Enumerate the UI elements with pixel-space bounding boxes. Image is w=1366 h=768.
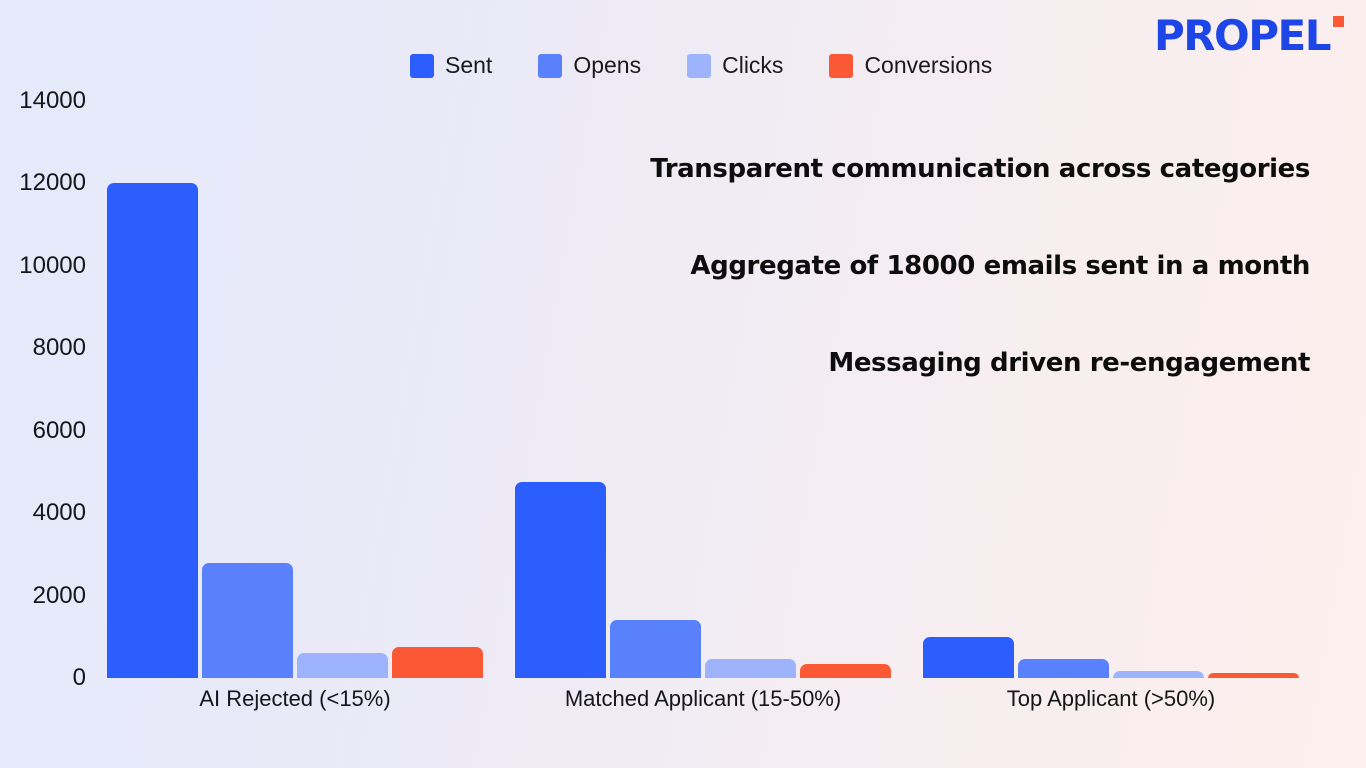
bar-sent-group-2[interactable] <box>515 482 606 678</box>
bar-conversions-group-1[interactable] <box>392 647 483 678</box>
bar-opens-group-2[interactable] <box>610 620 701 678</box>
bar-sent-group-1[interactable] <box>107 183 198 678</box>
bar-clicks-group-2[interactable] <box>705 659 796 678</box>
bar-conversions-group-3[interactable] <box>1208 672 1299 678</box>
bar-conversions-group-2[interactable] <box>800 663 891 678</box>
x-axis-category-label: AI Rejected (<15%) <box>199 686 391 711</box>
bar-clicks-group-3[interactable] <box>1113 671 1204 678</box>
headline-1: Transparent communication across categor… <box>650 154 1310 184</box>
x-axis-category-label: Top Applicant (>50%) <box>1006 686 1216 711</box>
x-axis-category-label: Matched Applicant (15-50%) <box>564 686 842 711</box>
bar-sent-group-3[interactable] <box>923 636 1014 678</box>
bar-chart: 0 2000 4000 6000 8000 10000 12000 14000 AI Reje… <box>0 0 1366 768</box>
headline-2: Aggregate of 18000 emails sent in a mont… <box>690 250 1310 281</box>
plot-area: AI Rejected (<15%) Matched Applicant (15-… <box>0 0 1366 768</box>
headline-3: Messaging driven re-engagement <box>828 347 1310 378</box>
bar-opens-group-3[interactable] <box>1018 659 1109 678</box>
bar-opens-group-1[interactable] <box>202 562 293 678</box>
bar-clicks-group-1[interactable] <box>297 653 388 678</box>
slide-root: PROPEL Sent Opens Clicks Conversions 0 2000 4… <box>0 0 1366 768</box>
headline-block: Transparent communication across categor… <box>560 154 1310 379</box>
